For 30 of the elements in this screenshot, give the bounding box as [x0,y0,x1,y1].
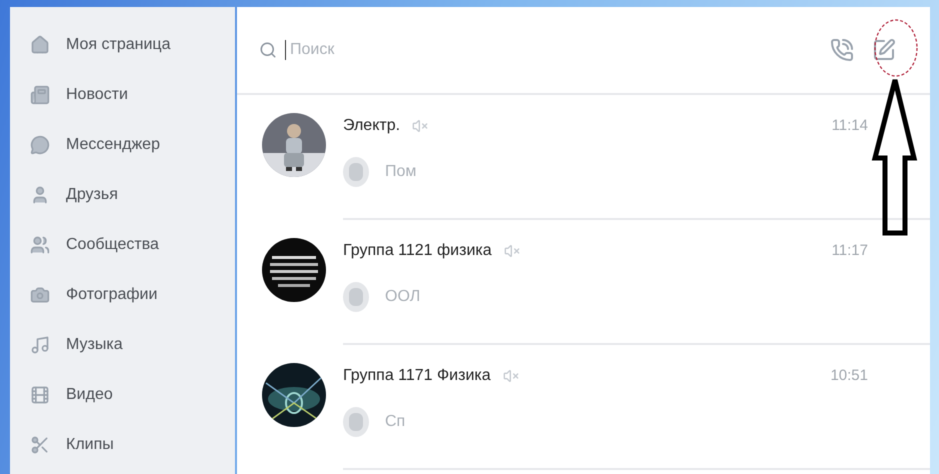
search-icon [259,41,277,59]
camera-icon [30,285,50,305]
sidebar-item[interactable]: Моя страница [10,20,235,70]
message-time: 11:14 [832,117,868,136]
chat-name: Группа 1171 Физика [343,367,491,385]
house-icon [30,35,50,55]
sidebar-item[interactable]: Мессенджер [10,120,235,170]
chat-row[interactable]: Группа 1171 Физика Сп 10:51 [237,345,930,470]
message-time: 11:17 [832,242,868,261]
scissors-icon [30,435,50,455]
chat-bubble-icon [30,135,50,155]
music-note-icon [30,335,50,355]
message-preview: Пом [385,163,416,181]
sidebar-item[interactable]: Друзья [10,170,235,220]
film-icon [30,385,50,405]
sidebar-item[interactable]: Новости [10,70,235,120]
chat-row[interactable]: Электр. Пом 11:14 [237,95,930,220]
sidebar-item[interactable]: Клипы [10,420,235,470]
sidebar-item[interactable]: Видео [10,370,235,420]
sidebar-item[interactable]: Сообщества [10,220,235,270]
newspaper-icon [30,85,50,105]
people-icon [30,235,50,255]
sidebar-item[interactable]: Фотографии [10,270,235,320]
chat-name: Группа 1121 физика [343,242,492,260]
chat-row[interactable]: Группа 1121 физика ООЛ 11:17 [237,220,930,345]
message-preview: Сп [385,413,406,431]
chat-name: Электр. [343,117,400,135]
message-time: 10:51 [830,367,868,386]
message-preview: ООЛ [385,288,420,306]
sidebar-item[interactable]: Музыка [10,320,235,370]
